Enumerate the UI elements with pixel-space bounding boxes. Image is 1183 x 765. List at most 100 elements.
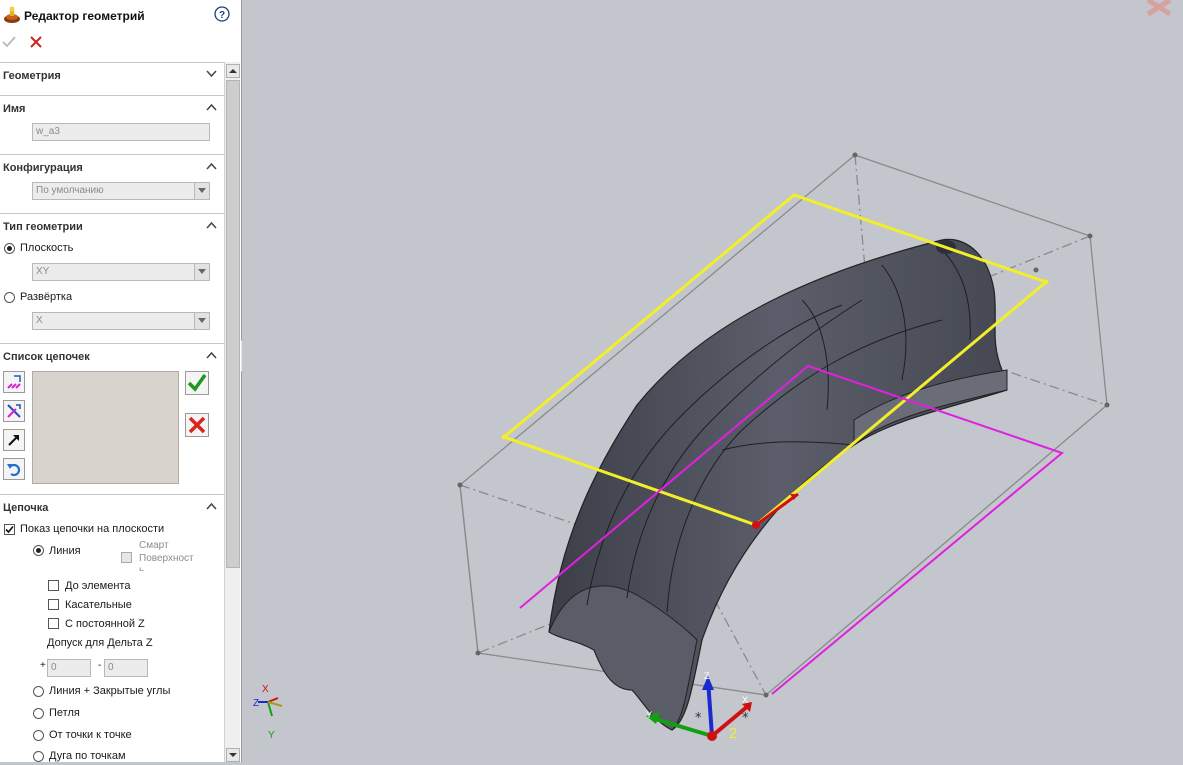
constant-z-checkbox[interactable] (48, 618, 59, 629)
delta-plus-sign: + (40, 660, 46, 671)
section-chain-title: Цепочка (3, 502, 49, 514)
chevron-down-icon (198, 188, 206, 193)
line-closed-corners-radio[interactable] (33, 686, 44, 697)
to-element-label: До элемента (65, 580, 131, 592)
scroll-up-button[interactable] (226, 64, 240, 78)
delta-z-label: Допуск для Дельта Z (47, 637, 153, 649)
svg-text:*: * (742, 711, 749, 726)
point-to-point-label: От точки к точке (49, 729, 132, 741)
section-divider (0, 154, 224, 155)
tangent-checkbox[interactable] (48, 599, 59, 610)
plane-select[interactable]: XY (32, 263, 210, 281)
section-name-title: Имя (3, 103, 26, 115)
geometry-editor-icon (4, 6, 20, 23)
chevron-up-icon[interactable] (206, 103, 217, 111)
add-chain-button[interactable] (3, 371, 25, 393)
plane-radio[interactable] (4, 243, 15, 254)
chevron-down-icon[interactable] (206, 70, 217, 78)
scroll-thumb[interactable] (226, 80, 240, 568)
triangle-down-icon (229, 753, 237, 757)
point-to-point-radio[interactable] (33, 730, 44, 741)
section-geometry-type-title: Тип геометрии (3, 221, 83, 233)
dropdown-button[interactable] (194, 264, 209, 280)
to-element-checkbox[interactable] (48, 580, 59, 591)
origin-number-label: 2 (729, 725, 737, 742)
chain-edit-icon (7, 404, 21, 418)
delta-minus-field[interactable]: 0 (104, 659, 148, 677)
origin-z-label: Z (704, 671, 710, 681)
triad-x-label: X (262, 684, 269, 695)
triad-y-label: Y (268, 730, 275, 741)
panel-scroll-area: Геометрия Имя w_a3 Конфигурация По умолч… (0, 62, 224, 762)
dropdown-button[interactable] (194, 313, 209, 329)
chevron-up-icon[interactable] (206, 162, 217, 170)
chevron-down-icon (198, 269, 206, 274)
chevron-up-icon[interactable] (206, 502, 217, 510)
smart-surface-label-1: Смарт (139, 540, 169, 551)
viewport-close-icon[interactable] (1146, 0, 1172, 17)
accept-chain-icon[interactable] (185, 371, 209, 395)
dropdown-button[interactable] (194, 183, 209, 199)
section-divider (0, 494, 224, 495)
section-configuration: Конфигурация По умолчанию (0, 154, 224, 212)
section-configuration-title: Конфигурация (3, 162, 83, 174)
unwrap-select[interactable]: X (32, 312, 210, 330)
chain-add-icon (7, 375, 21, 389)
loop-label: Петля (49, 707, 80, 719)
chevron-up-icon[interactable] (206, 351, 217, 359)
delete-chain-icon[interactable] (185, 413, 209, 437)
arc-by-points-radio[interactable] (33, 751, 44, 762)
help-icon[interactable]: ? (214, 6, 230, 22)
chain-list-box[interactable] (32, 371, 179, 484)
show-chain-label: Показ цепочки на плоскости (20, 523, 165, 535)
origin-x-label: X (742, 695, 748, 705)
section-geometry-title: Геометрия (3, 70, 61, 82)
unwrap-radio[interactable] (4, 292, 15, 303)
line-closed-corners-label: Линия + Закрытые углы (49, 685, 171, 697)
arrow-pick-icon (8, 435, 19, 446)
edit-chain-button[interactable] (3, 400, 25, 422)
ok-checkmark-icon[interactable] (2, 35, 16, 49)
smart-surface-checkbox[interactable] (121, 552, 132, 563)
line-radio[interactable] (33, 545, 44, 556)
checkmark-icon (5, 525, 14, 534)
origin-y-label: Y (646, 710, 652, 720)
property-manager-panel: Редактор геометрий ? Геометрия Имя w_a3 (0, 0, 242, 762)
delta-minus-sign: - (98, 660, 102, 671)
line-radio-label: Линия (49, 545, 81, 557)
view-orientation-triad (258, 697, 283, 717)
pick-chain-button[interactable] (3, 429, 25, 451)
smart-surface-label-2: Поверхност (139, 553, 194, 564)
undo-icon (7, 463, 21, 477)
section-geometry[interactable]: Геометрия (0, 62, 224, 94)
curved-part-model (548, 238, 1008, 731)
section-divider (0, 95, 224, 96)
triad-z-label: Z (253, 698, 259, 709)
graphics-viewport[interactable]: * * Z Y X 2 X Z Y (242, 0, 1183, 762)
plane-select-value: XY (36, 266, 50, 277)
cancel-close-icon[interactable] (29, 35, 43, 49)
unwrap-radio-label: Развёртка (20, 291, 73, 303)
svg-text:*: * (695, 711, 702, 726)
section-chain-list-title: Список цепочек (3, 351, 90, 363)
undo-chain-button[interactable] (3, 458, 25, 480)
chevron-up-icon[interactable] (206, 221, 217, 229)
panel-scrollbar[interactable] (224, 62, 240, 762)
panel-title: Редактор геометрий (24, 9, 145, 23)
triangle-up-icon (229, 69, 237, 73)
plane-radio-label: Плоскость (20, 242, 74, 254)
panel-header: Редактор геометрий ? (0, 0, 241, 62)
configuration-select[interactable]: По умолчанию (32, 182, 210, 200)
section-divider (0, 343, 224, 344)
section-geometry-type: Тип геометрии Плоскость XY Развёртка X (0, 213, 224, 341)
scene-3d: * * Z Y X 2 X Z Y (253, 0, 1172, 742)
configuration-select-value: По умолчанию (36, 185, 104, 196)
name-field[interactable]: w_a3 (32, 123, 210, 141)
svg-text:?: ? (219, 10, 225, 21)
loop-radio[interactable] (33, 708, 44, 719)
unwrap-select-value: X (36, 315, 43, 326)
scroll-down-button[interactable] (226, 748, 240, 762)
show-chain-checkbox[interactable] (4, 524, 15, 535)
chevron-down-icon (198, 318, 206, 323)
delta-plus-field[interactable]: 0 (47, 659, 91, 677)
